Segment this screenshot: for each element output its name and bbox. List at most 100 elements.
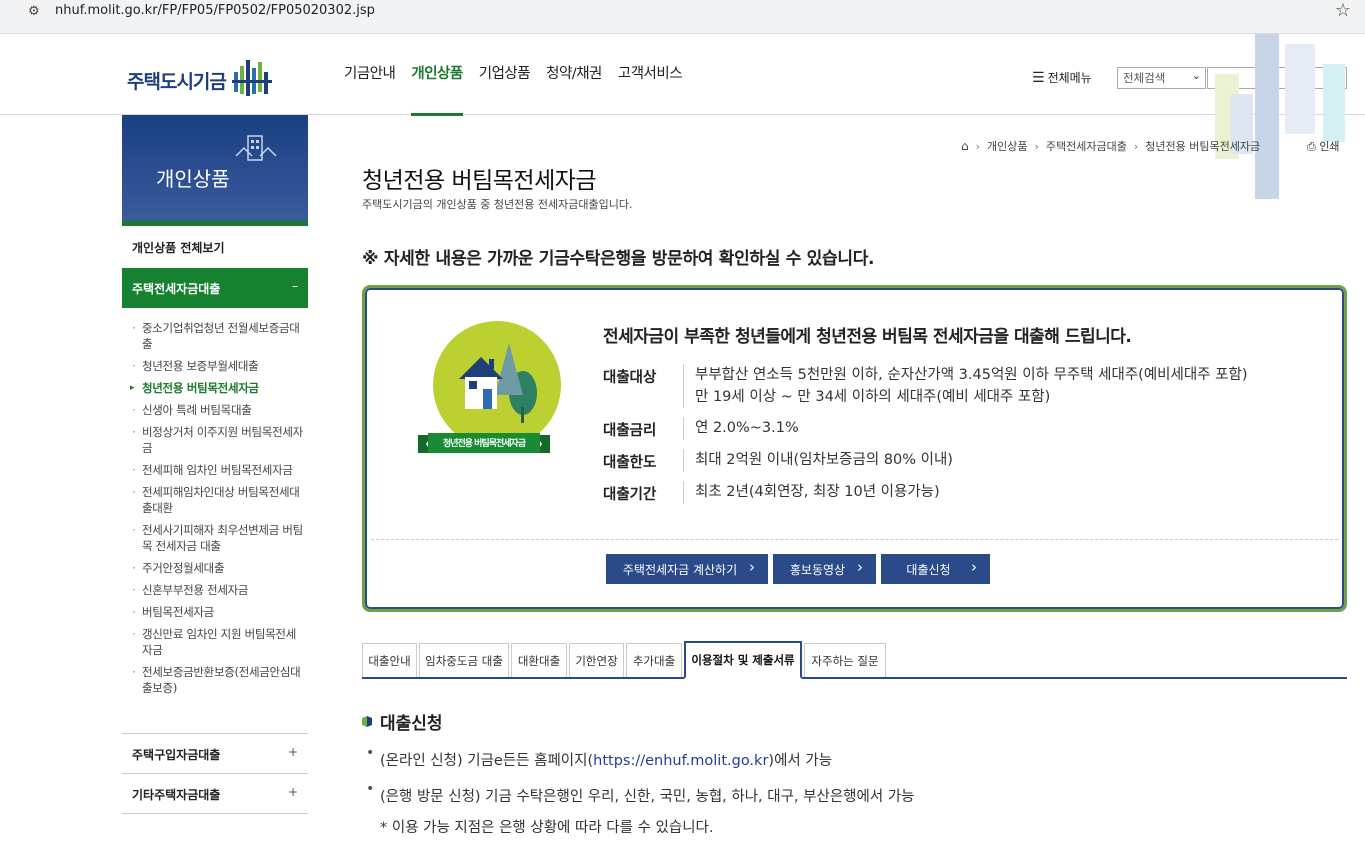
sidebar-sub-item[interactable]: 버팀목전세자금 <box>130 604 306 620</box>
chevron-right-icon: › <box>975 139 981 153</box>
sidebar-sub-item-current[interactable]: 청년전용 버팀목전세자금 <box>130 380 306 396</box>
breadcrumb-item[interactable]: 주택전세자금대출 <box>1046 138 1127 154</box>
nav-fund-info[interactable]: 기금안내 <box>336 34 403 115</box>
product-conditions: 대출대상 부부합산 연소득 5천만원 이하, 순자산가액 3.45억원 이하 무… <box>603 364 1315 513</box>
page-title: 청년전용 버팀목전세자금 <box>362 168 597 194</box>
sidebar-all-products[interactable]: 개인상품 전체보기 <box>122 227 308 268</box>
sidebar-group-label: 기타주택자금대출 <box>132 788 221 802</box>
tab-refinance-loan[interactable]: 대환대출 <box>511 643 567 677</box>
condition-label: 대출대상 <box>603 370 657 386</box>
sidebar-group-purchase-loan[interactable]: 주택구입자금대출 + <box>122 733 308 773</box>
tab-faq[interactable]: 자주하는 질문 <box>804 643 886 677</box>
nav-customer-service[interactable]: 고객서비스 <box>610 34 690 115</box>
sidebar-sub-item[interactable]: 신생아 특례 버팀목대출 <box>130 402 306 418</box>
apply-loan-button[interactable]: 대출신청 <box>881 554 990 584</box>
sidebar-divider <box>122 813 308 814</box>
nav-subscription-bonds[interactable]: 청약/채권 <box>538 34 610 115</box>
page-description: 주택도시기금의 개인상품 중 청년전용 전세자금대출입니다. <box>362 198 633 211</box>
condition-row-target: 대출대상 부부합산 연소득 5천만원 이하, 순자산가액 3.45억원 이하 무… <box>603 364 1315 408</box>
sidebar-group-other-loan[interactable]: 기타주택자금대출 + <box>122 773 308 813</box>
product-summary-box: 청년전용 버팀목전세자금 전세자금이 부족한 청년들에게 청년전용 버팀목 전세… <box>362 285 1347 612</box>
site-logo[interactable]: 주택도시기금 <box>127 60 276 100</box>
sidebar-sub-item[interactable]: 전세피해 임차인 버팀목전세자금 <box>130 462 306 478</box>
section-bullet-icon <box>362 716 372 727</box>
sidebar-sub-item[interactable]: 주거안정월세대출 <box>130 560 306 576</box>
action-buttons: 주택전세자금 계산하기 홍보동영상 대출신청 <box>606 554 995 584</box>
sidebar-group-label: 주택구입자금대출 <box>132 748 221 762</box>
sidebar-group-jeonse-loan[interactable]: 주택전세자금대출 – <box>122 268 308 308</box>
logo-mark-icon <box>231 60 272 96</box>
chevron-down-icon: ⌄ <box>1191 69 1201 82</box>
site-header: 주택도시기금 기금안내 개인상품 기업상품 청약/채권 고객서비스 ☰ 전체메뉴… <box>0 34 1365 116</box>
print-label: 인쇄 <box>1319 140 1340 153</box>
content-tabs: 대출안내 임차중도금 대출 대환대출 기한연장 추가대출 이용절차 및 제출서류… <box>362 641 1347 679</box>
tab-additional-loan[interactable]: 추가대출 <box>626 643 682 677</box>
condition-label: 대출한도 <box>603 455 657 471</box>
breadcrumb-item[interactable]: 개인상품 <box>987 138 1027 154</box>
sidebar-sub-item[interactable]: 전세보증금반환보증(전세금안심대출보증) <box>130 664 306 696</box>
search-scope-select[interactable]: 전체검색 ⌄ <box>1117 67 1206 89</box>
all-menu-label: 전체메뉴 <box>1047 71 1092 85</box>
condition-row-period: 대출기간 최초 2년(4회연장, 최장 10년 이용가능) <box>603 481 1315 504</box>
chevron-right-icon: › <box>1133 139 1139 153</box>
search-icon[interactable]: ⚲ <box>1332 68 1342 84</box>
url-text[interactable]: nhuf.molit.go.kr/FP/FP05/FP0502/FP050203… <box>55 3 375 18</box>
online-apply-prefix: (온라인 신청) 기금e든든 홈페이지( <box>380 753 594 769</box>
section-heading: 대출신청 <box>362 709 443 734</box>
sidebar-sub-item[interactable]: 전세사기피해자 최우선변제금 버팀목 전세자금 대출 <box>130 522 306 554</box>
sidebar-sub-item[interactable]: 청년전용 보증부월세대출 <box>130 358 306 374</box>
online-apply-link[interactable]: https://enhuf.molit.go.kr <box>593 753 768 769</box>
tab-interim-payment-loan[interactable]: 임차중도금 대출 <box>419 643 509 677</box>
bullet-dot: • <box>366 745 375 761</box>
nav-corporate-products[interactable]: 기업상품 <box>471 34 538 115</box>
breadcrumb: ⌂ › 개인상품 › 주택전세자금대출 › 청년전용 버팀목전세자금 <box>961 138 1260 154</box>
sidebar-sub-list: 중소기업취업청년 전월세보증금대출 청년전용 보증부월세대출 청년전용 버팀목전… <box>130 320 306 702</box>
sidebar-sub-item[interactable]: 비정상거처 이주지원 버팀목전세자금 <box>130 424 306 456</box>
printer-icon: ⎙ <box>1307 140 1316 153</box>
condition-value: 최대 2억원 이내(임차보증금의 80% 이내) <box>683 449 1315 472</box>
sidebar-header: 개인상품 <box>122 115 308 226</box>
tab-loan-guide[interactable]: 대출안내 <box>362 643 417 677</box>
bank-visit-item: • (은행 방문 신청) 기금 수탁은행인 우리, 신한, 국민, 농협, 하나… <box>366 781 915 806</box>
branch-note: * 이용 가능 지점은 은행 상황에 따라 다를 수 있습니다. <box>380 820 714 836</box>
sidebar-group-label: 주택전세자금대출 <box>132 282 221 296</box>
condition-label: 대출금리 <box>603 423 657 439</box>
logo-text: 주택도시기금 <box>127 70 227 93</box>
condition-label: 대출기간 <box>603 487 657 503</box>
section-title: 대출신청 <box>380 714 443 734</box>
condition-row-limit: 대출한도 최대 2억원 이내(임차보증금의 80% 이내) <box>603 449 1315 472</box>
collapse-icon: – <box>292 279 298 293</box>
print-button[interactable]: ⎙ 인쇄 <box>1307 138 1340 154</box>
condition-row-rate: 대출금리 연 2.0%~3.1% <box>603 417 1315 440</box>
chevron-right-icon: › <box>1034 139 1039 153</box>
condition-value: 연 2.0%~3.1% <box>683 417 1315 440</box>
building-icon <box>235 135 277 161</box>
search-input[interactable]: ⚲ <box>1207 67 1347 89</box>
bookmark-star-icon[interactable]: ☆ <box>1335 0 1351 21</box>
dashed-divider <box>371 539 1338 540</box>
breadcrumb-item[interactable]: 청년전용 버팀목전세자금 <box>1145 138 1260 154</box>
promo-video-button[interactable]: 홍보동영상 <box>773 554 876 584</box>
sidebar-title: 개인상품 <box>156 167 230 191</box>
expand-icon: + <box>287 745 298 759</box>
browser-address-bar: ⚙ nhuf.molit.go.kr/FP/FP05/FP0502/FP0502… <box>0 0 1365 34</box>
main-nav: 기금안내 개인상품 기업상품 청약/채권 고객서비스 <box>336 34 690 116</box>
sidebar-sub-item[interactable]: 갱신만료 임차인 지원 버팀목전세자금 <box>130 626 306 658</box>
bank-visit-text: (은행 방문 신청) 기금 수탁은행인 우리, 신한, 국민, 농협, 하나, … <box>380 789 915 805</box>
nav-personal-products[interactable]: 개인상품 <box>403 34 470 116</box>
condition-value-line: 만 19세 이상 ~ 만 34세 이하의 세대주(예비 세대주 포함) <box>695 389 1051 405</box>
expand-icon: + <box>287 785 298 799</box>
condition-value-line: 부부합산 연소득 5천만원 이하, 순자산가액 3.45억원 이하 무주택 세대… <box>695 367 1248 383</box>
search-scope-value: 전체검색 <box>1123 71 1166 85</box>
calculator-button[interactable]: 주택전세자금 계산하기 <box>606 554 768 584</box>
all-menu-button[interactable]: ☰ 전체메뉴 <box>1032 69 1092 86</box>
site-settings-icon[interactable]: ⚙ <box>28 4 40 19</box>
tab-extension[interactable]: 기한연장 <box>569 643 624 677</box>
online-apply-suffix: )에서 가능 <box>768 753 833 769</box>
sidebar-sub-item[interactable]: 중소기업취업청년 전월세보증금대출 <box>130 320 306 352</box>
home-icon[interactable]: ⌂ <box>961 139 969 153</box>
tab-procedure-documents[interactable]: 이용절차 및 제출서류 <box>684 641 802 679</box>
sidebar-sub-item[interactable]: 신혼부부전용 전세자금 <box>130 582 306 598</box>
sidebar-sub-item[interactable]: 전세피해임차인대상 버팀목전세대출대환 <box>130 484 306 516</box>
bullet-dot: • <box>366 781 375 797</box>
